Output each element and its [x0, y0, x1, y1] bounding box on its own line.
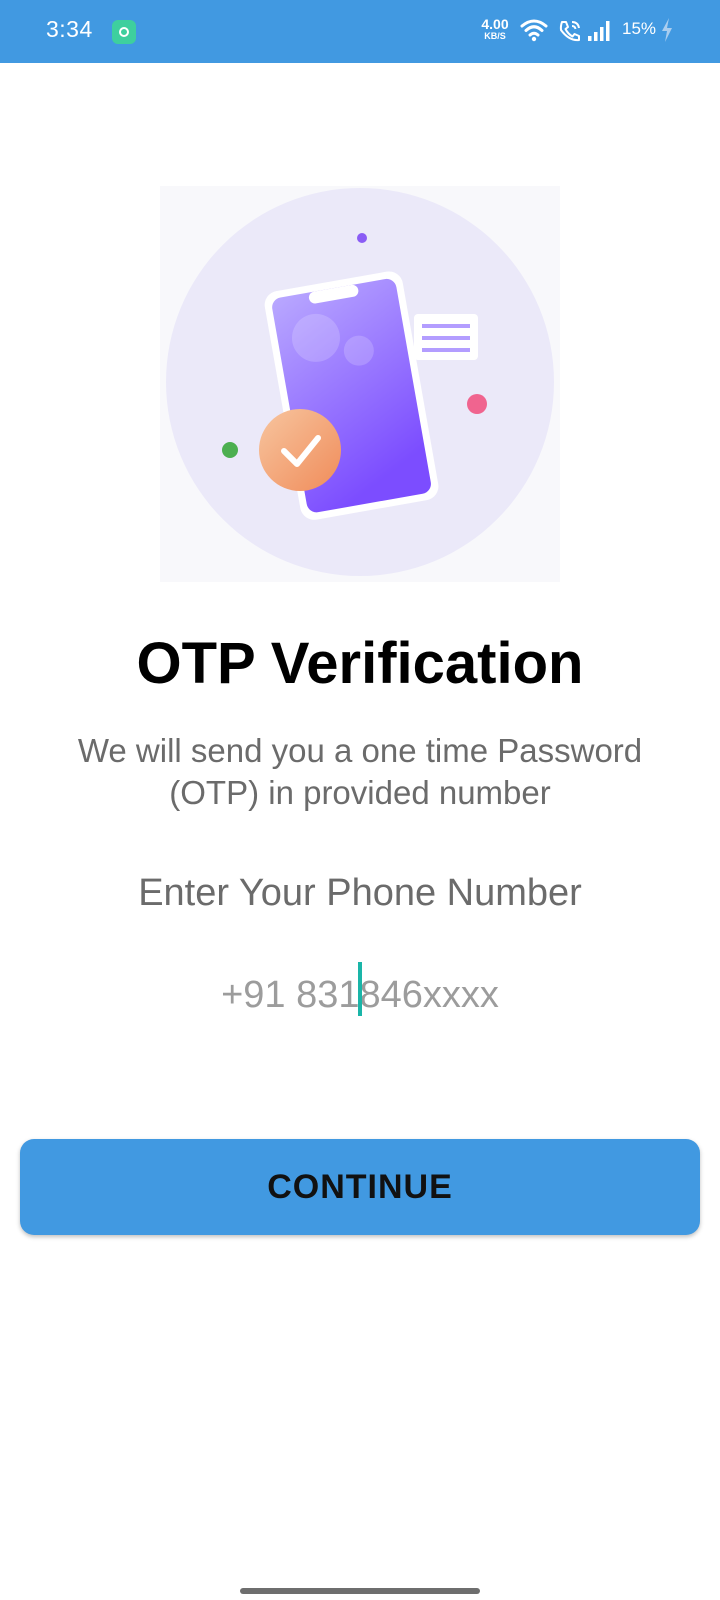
otp-phone-illustration	[160, 186, 560, 582]
home-indicator[interactable]	[240, 1588, 480, 1594]
phone-number-input[interactable]: +91 831846xxxx	[170, 960, 550, 1030]
page-title: OTP Verification	[136, 631, 584, 696]
battery-percent: 15%	[622, 19, 657, 38]
status-bar: 3:34 4.00 KB/S 15%	[0, 0, 720, 63]
status-time: 3:34	[46, 16, 93, 42]
charging-bolt-icon	[660, 17, 674, 48]
phone-number-label: Enter Your Phone Number	[138, 872, 582, 914]
signal-icon	[587, 18, 613, 49]
network-speed-unit: KB/S	[484, 31, 506, 41]
app-notification-icon	[112, 20, 136, 44]
text-cursor	[358, 962, 362, 1016]
page-subtitle: We will send you a one time Password (OT…	[77, 732, 643, 811]
wifi-call-icon	[557, 18, 583, 49]
continue-button[interactable]: CONTINUE	[20, 1139, 700, 1235]
network-speed: 4.00 KB/S	[476, 17, 514, 41]
network-speed-value: 4.00	[481, 16, 509, 32]
wifi-icon	[520, 18, 548, 47]
